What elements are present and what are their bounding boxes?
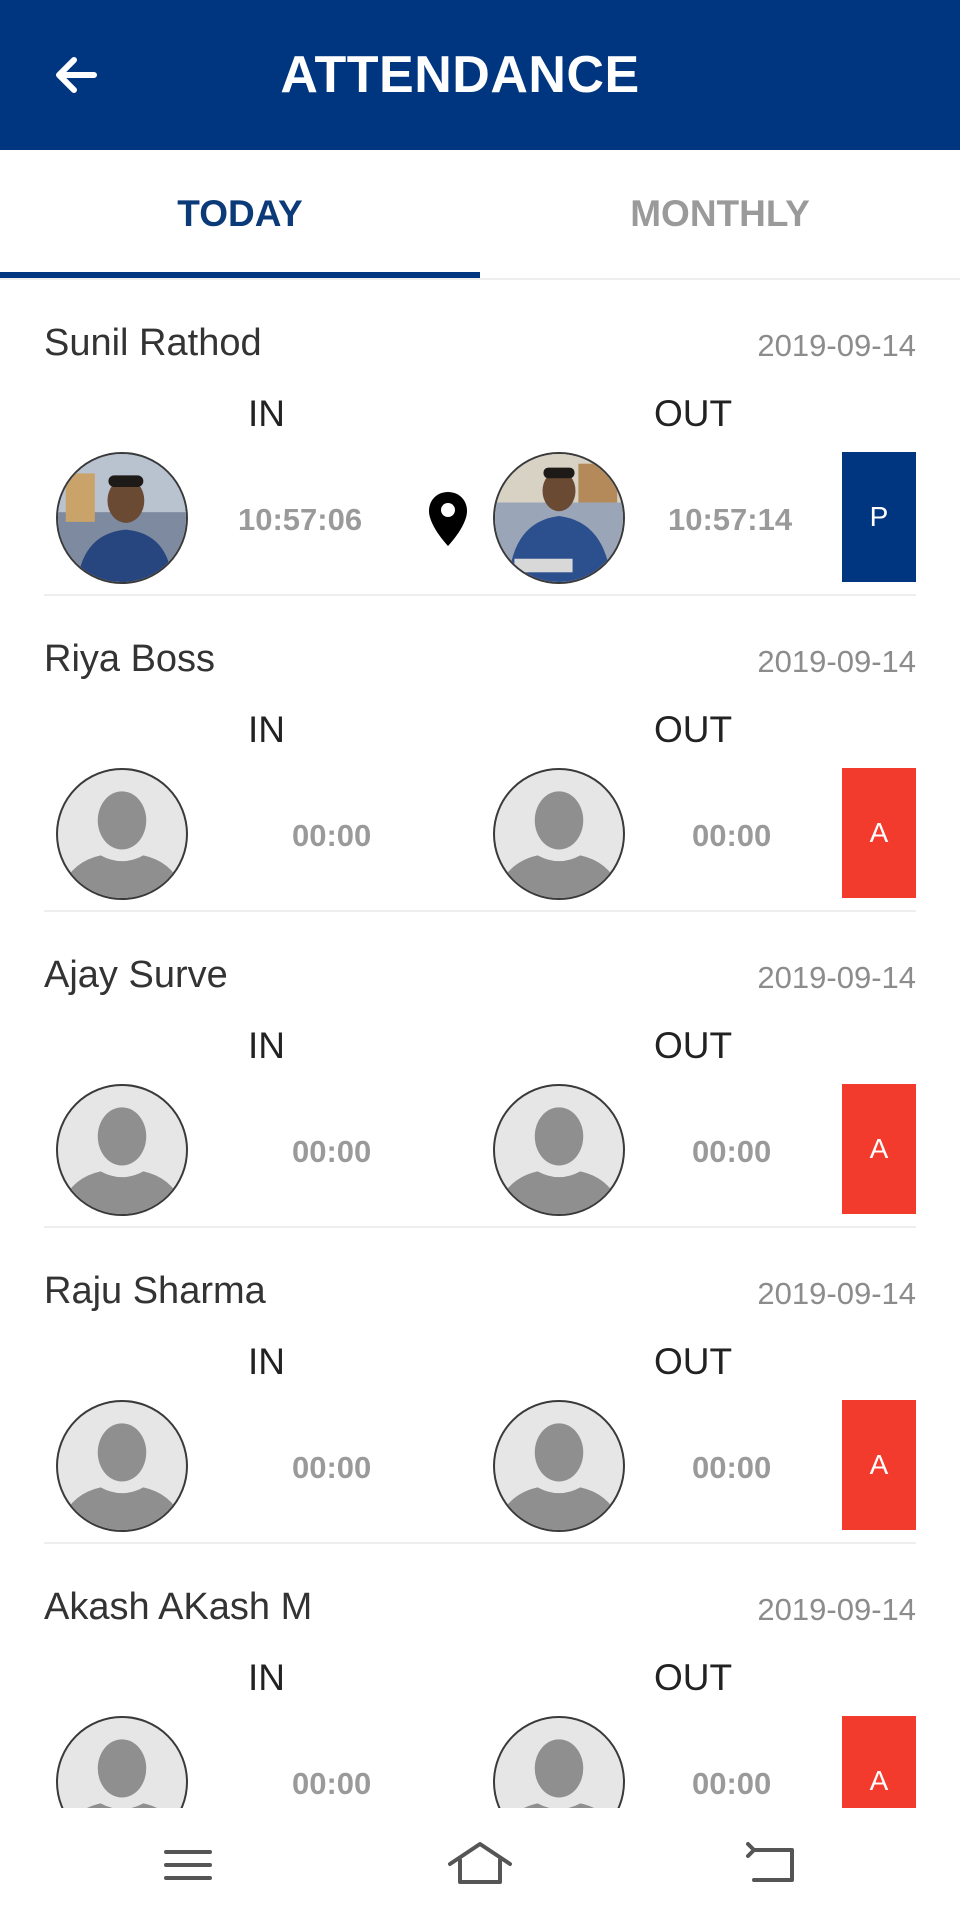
- tab-monthly[interactable]: MONTHLY: [480, 150, 960, 278]
- attendance-card[interactable]: Riya Boss 2019-09-14 IN OUT 00:00 00:00 …: [0, 596, 960, 912]
- in-time: 00:00: [292, 1450, 372, 1485]
- menu-icon: [164, 1850, 212, 1880]
- status-badge: A: [842, 1400, 916, 1530]
- out-label: OUT: [654, 393, 733, 434]
- employee-name: Raju Sharma: [44, 1270, 266, 1312]
- in-label: IN: [248, 709, 285, 750]
- out-photo[interactable]: [493, 452, 625, 584]
- out-time: 00:00: [692, 1134, 772, 1169]
- app-bar: ATTENDANCE: [0, 0, 960, 150]
- status-badge: A: [842, 1716, 916, 1808]
- default-avatar-icon[interactable]: [493, 1716, 625, 1808]
- default-avatar-icon[interactable]: [493, 1400, 625, 1532]
- in-time: 10:57:06: [238, 502, 363, 537]
- in-label: IN: [248, 1341, 285, 1382]
- out-time: 00:00: [692, 1450, 772, 1485]
- in-time: 00:00: [292, 1134, 372, 1169]
- out-time: 00:00: [692, 818, 772, 853]
- tab-indicator: [0, 272, 480, 278]
- employee-name: Akash AKash M: [44, 1586, 313, 1628]
- status-badge: P: [842, 452, 916, 582]
- page-title: ATTENDANCE: [280, 46, 640, 104]
- out-label: OUT: [654, 709, 733, 750]
- attendance-card[interactable]: Raju Sharma 2019-09-14 IN OUT 00:00 00:0…: [0, 1228, 960, 1544]
- attendance-date: 2019-09-14: [757, 1276, 916, 1311]
- default-avatar-icon[interactable]: [56, 1716, 188, 1808]
- home-button[interactable]: [440, 1830, 520, 1900]
- in-label: IN: [248, 1657, 285, 1698]
- attendance-date: 2019-09-14: [757, 328, 916, 363]
- employee-name: Sunil Rathod: [44, 322, 262, 364]
- in-label: IN: [248, 393, 285, 434]
- out-time: 00:00: [692, 1766, 772, 1801]
- in-photo[interactable]: [56, 452, 188, 584]
- out-label: OUT: [654, 1025, 733, 1066]
- out-label: OUT: [654, 1341, 733, 1382]
- status-badge: A: [842, 1084, 916, 1214]
- attendance-list[interactable]: Sunil Rathod 2019-09-14 IN OUT 10:57:06: [0, 280, 960, 1808]
- default-avatar-icon[interactable]: [493, 1084, 625, 1216]
- tab-today[interactable]: TODAY: [0, 150, 480, 278]
- in-time: 00:00: [292, 818, 372, 853]
- tab-bar: TODAY MONTHLY: [0, 150, 960, 280]
- default-avatar-icon[interactable]: [56, 768, 188, 900]
- attendance-card[interactable]: Ajay Surve 2019-09-14 IN OUT 00:00 00:00…: [0, 912, 960, 1228]
- employee-name: Riya Boss: [44, 638, 216, 680]
- home-icon: [448, 1842, 512, 1884]
- system-nav-bar: [0, 1808, 960, 1920]
- employee-name: Ajay Surve: [44, 954, 228, 996]
- attendance-card[interactable]: Sunil Rathod 2019-09-14 IN OUT 10:57:06: [0, 280, 960, 596]
- menu-button[interactable]: [148, 1830, 228, 1900]
- default-avatar-icon[interactable]: [56, 1400, 188, 1532]
- attendance-card[interactable]: Akash AKash M 2019-09-14 IN OUT 00:00 00…: [0, 1544, 960, 1808]
- default-avatar-icon[interactable]: [56, 1084, 188, 1216]
- system-back-button[interactable]: [732, 1830, 812, 1900]
- back-icon: [746, 1842, 794, 1882]
- attendance-date: 2019-09-14: [757, 644, 916, 679]
- in-label: IN: [248, 1025, 285, 1066]
- out-label: OUT: [654, 1657, 733, 1698]
- attendance-date: 2019-09-14: [757, 960, 916, 995]
- default-avatar-icon[interactable]: [493, 768, 625, 900]
- location-pin-icon[interactable]: [426, 490, 470, 548]
- out-time: 10:57:14: [668, 502, 793, 537]
- status-badge: A: [842, 768, 916, 898]
- in-time: 00:00: [292, 1766, 372, 1801]
- attendance-date: 2019-09-14: [757, 1592, 916, 1627]
